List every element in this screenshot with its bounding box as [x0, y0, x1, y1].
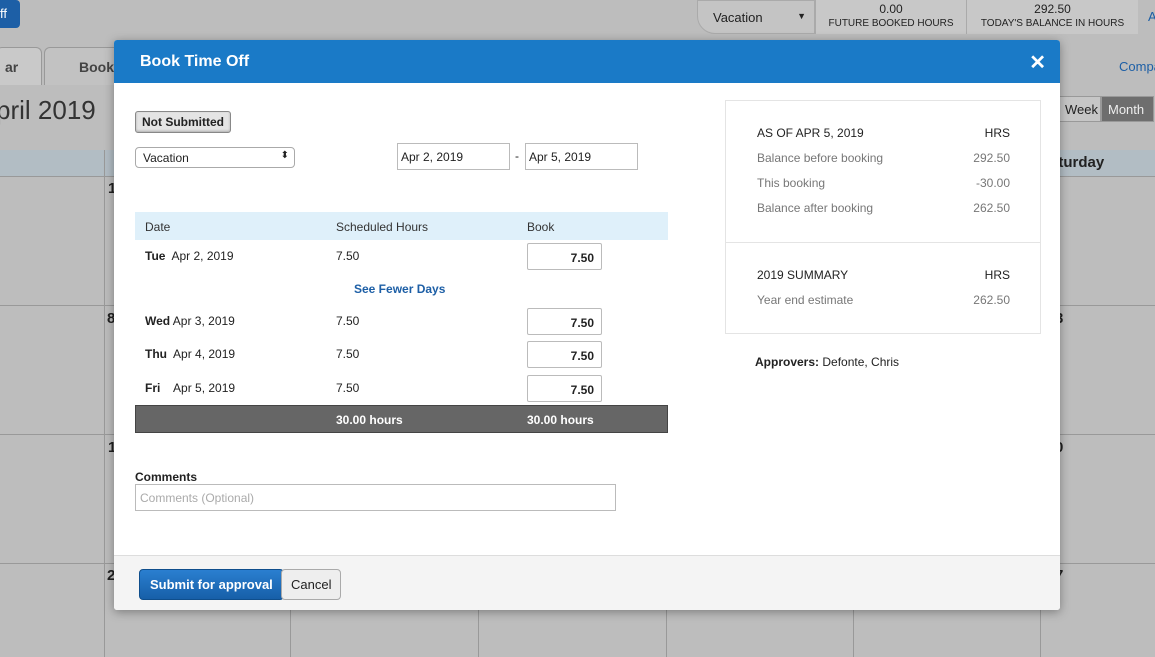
- row-date: Apr 4, 2019: [173, 347, 236, 361]
- balance-after-value: 262.50: [973, 201, 1010, 215]
- dialog-header: Book Time Off: [114, 40, 1060, 83]
- col-date: Date: [145, 220, 171, 234]
- table-row: Tue Apr 2, 2019 7.50 7.50: [145, 243, 665, 276]
- book-time-off-dialog: Book Time Off ✕ Not Submitted Vacation ⬍ …: [114, 40, 1060, 610]
- leave-type-select[interactable]: Vacation ⬍: [135, 147, 295, 168]
- as-of-label: AS OF APR 5, 2019: [757, 126, 864, 140]
- grid-line: [104, 150, 105, 657]
- updown-arrows-icon: ⬍: [280, 150, 289, 161]
- dialog-title: Book Time Off: [140, 53, 250, 70]
- dialog-footer: Submit for approval Cancel: [114, 555, 1060, 610]
- future-booked-label: FUTURE BOOKED HOURS: [828, 18, 954, 29]
- submit-for-approval-button[interactable]: Submit for approval: [139, 569, 284, 600]
- end-date-input[interactable]: Apr 5, 2019: [525, 143, 638, 170]
- balance-label: TODAY'S BALANCE IN HOURS: [980, 18, 1125, 29]
- close-icon[interactable]: ✕: [1029, 50, 1046, 75]
- row-day: Wed: [145, 314, 171, 328]
- balance-before-label: Balance before booking: [757, 151, 884, 165]
- future-booked-value: 0.00: [879, 2, 903, 16]
- year-end-label: Year end estimate: [757, 293, 854, 307]
- row-scheduled: 7.50: [336, 249, 360, 263]
- edge-link[interactable]: A: [1148, 9, 1155, 24]
- start-date-input[interactable]: Apr 2, 2019: [397, 143, 510, 170]
- row-day: Fri: [145, 381, 161, 395]
- table-row: Fri Apr 5, 2019 7.50 7.50: [145, 375, 665, 408]
- approvers-names: Defonte, Chris: [822, 355, 900, 369]
- row-date: Apr 5, 2019: [173, 381, 236, 395]
- month-view-button[interactable]: Month: [1101, 96, 1154, 122]
- divider: [726, 242, 1040, 243]
- approvers-label: Approvers:: [755, 355, 820, 369]
- table-total-row: 30.00 hours 30.00 hours: [135, 405, 668, 433]
- this-booking-value: -30.00: [975, 176, 1010, 190]
- balance-after-label: Balance after booking: [757, 201, 874, 215]
- tab-calendar[interactable]: ar: [0, 47, 42, 85]
- balance-stat: 292.50 TODAY'S BALANCE IN HOURS: [966, 0, 1138, 34]
- future-booked-stat: 0.00 FUTURE BOOKED HOURS: [815, 0, 966, 34]
- row-day: Thu: [145, 347, 167, 361]
- row-scheduled: 7.50: [336, 347, 360, 361]
- tab-book[interactable]: Book: [44, 47, 124, 85]
- cancel-button[interactable]: Cancel: [281, 569, 342, 600]
- col-book: Book: [527, 220, 555, 234]
- balance-summary-panel: AS OF APR 5, 2019 HRS Balance before book…: [725, 100, 1041, 334]
- leave-type-value: Vacation: [143, 151, 189, 165]
- this-booking-label: This booking: [757, 176, 826, 190]
- row-scheduled: 7.50: [336, 381, 360, 395]
- book-hours-input[interactable]: 7.50: [527, 341, 602, 368]
- week-view-button[interactable]: Week: [1058, 96, 1101, 122]
- book-hours-input[interactable]: 7.50: [527, 375, 602, 402]
- table-row: Thu Apr 4, 2019 7.50 7.50: [145, 341, 665, 374]
- year-end-value: 262.50: [973, 293, 1010, 307]
- row-scheduled: 7.50: [336, 314, 360, 328]
- book-hours-input[interactable]: 7.50: [527, 243, 602, 270]
- total-book: 30.00 hours: [527, 413, 594, 427]
- leave-type-label: Vacation: [713, 10, 763, 25]
- year-summary-label: 2019 SUMMARY: [757, 268, 849, 282]
- row-date: Apr 2, 2019: [171, 249, 234, 263]
- hrs-label: HRS: [984, 126, 1010, 140]
- row-day: Tue: [145, 249, 166, 263]
- balance-value: 292.50: [1034, 2, 1071, 16]
- caret-down-icon: ▼: [797, 11, 806, 21]
- leave-type-dropdown[interactable]: Vacation ▼: [697, 0, 815, 34]
- table-header: Date Scheduled Hours Book: [135, 212, 668, 240]
- col-scheduled: Scheduled Hours: [336, 220, 429, 234]
- total-scheduled: 30.00 hours: [336, 413, 403, 427]
- date-separator: -: [515, 149, 519, 163]
- approvers: Approvers: Defonte, Chris: [755, 355, 899, 369]
- comments-input[interactable]: Comments (Optional): [135, 484, 616, 511]
- hrs-label: HRS: [984, 268, 1010, 282]
- table-row: Wed Apr 3, 2019 7.50 7.50: [145, 308, 665, 341]
- book-hours-input[interactable]: 7.50: [527, 308, 602, 335]
- row-date: Apr 3, 2019: [172, 314, 235, 328]
- see-fewer-days-link[interactable]: See Fewer Days: [354, 282, 445, 296]
- comments-label: Comments: [135, 470, 198, 484]
- company-link[interactable]: Compa: [1119, 59, 1155, 74]
- time-off-button[interactable]: ff: [0, 0, 20, 28]
- status-badge: Not Submitted: [135, 111, 231, 133]
- month-title: pril 2019: [0, 95, 96, 125]
- balance-before-value: 292.50: [973, 151, 1010, 165]
